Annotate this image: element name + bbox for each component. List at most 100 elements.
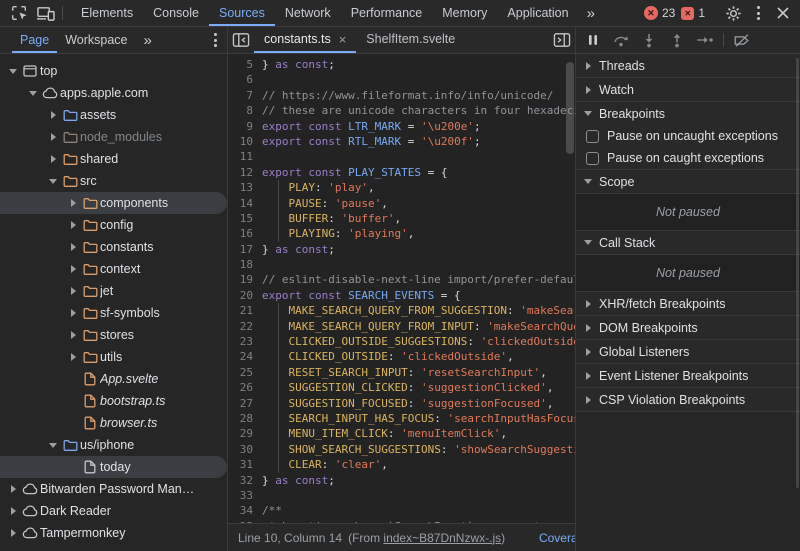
section-header-xhr-fetch-breakpoints[interactable]: XHR/fetch Breakpoints bbox=[576, 292, 800, 315]
line-number[interactable]: 14 bbox=[228, 196, 262, 211]
chevron-right-icon[interactable] bbox=[66, 353, 80, 361]
issues-badge[interactable]: ✕ 1 bbox=[681, 6, 705, 20]
navigator-tab-page[interactable]: Page bbox=[12, 27, 58, 53]
device-toolbar-icon[interactable] bbox=[32, 0, 58, 26]
settings-gear-icon[interactable] bbox=[720, 5, 746, 22]
close-devtools-icon[interactable] bbox=[770, 6, 796, 20]
checkbox-row-pause-on-caught-exceptions[interactable]: Pause on caught exceptions bbox=[576, 147, 800, 169]
tree-item-assets[interactable]: assets bbox=[0, 104, 227, 126]
chevron-right-icon[interactable] bbox=[46, 111, 60, 119]
chevron-down-icon[interactable] bbox=[46, 178, 60, 184]
tab-performance[interactable]: Performance bbox=[341, 0, 433, 26]
chevron-right-icon[interactable] bbox=[6, 507, 20, 515]
line-number[interactable]: 24 bbox=[228, 349, 262, 364]
tree-item-components[interactable]: components bbox=[0, 192, 227, 214]
section-header-threads[interactable]: Threads bbox=[576, 54, 800, 77]
coverage-link[interactable]: Coverage bbox=[539, 531, 575, 545]
chevron-right-icon[interactable] bbox=[46, 155, 60, 163]
tab-sources[interactable]: Sources bbox=[208, 0, 275, 26]
tree-item-browser-ts[interactable]: browser.ts bbox=[0, 412, 227, 434]
line-number[interactable]: 5 bbox=[228, 57, 262, 72]
toggle-debugger-sidebar-icon[interactable] bbox=[549, 27, 575, 53]
section-header-breakpoints[interactable]: Breakpoints bbox=[576, 102, 800, 125]
tab-elements[interactable]: Elements bbox=[71, 0, 143, 26]
line-number[interactable]: 33 bbox=[228, 488, 262, 503]
chevron-right-icon[interactable] bbox=[66, 287, 80, 295]
chevron-right-icon[interactable] bbox=[46, 133, 60, 141]
tree-item-constants[interactable]: constants bbox=[0, 236, 227, 258]
line-number[interactable]: 34 bbox=[228, 503, 262, 518]
section-header-global-listeners[interactable]: Global Listeners bbox=[576, 340, 800, 363]
tree-item-today[interactable]: today bbox=[0, 456, 227, 478]
file-tab-constants-ts[interactable]: constants.ts × bbox=[254, 27, 357, 53]
line-number[interactable]: 31 bbox=[228, 457, 262, 472]
tree-item-context[interactable]: context bbox=[0, 258, 227, 280]
tree-item-app-svelte[interactable]: App.svelte bbox=[0, 368, 227, 390]
section-header-event-listener-breakpoints[interactable]: Event Listener Breakpoints bbox=[576, 364, 800, 387]
tree-item-apps-apple-com[interactable]: apps.apple.com bbox=[0, 82, 227, 104]
line-number[interactable]: 27 bbox=[228, 396, 262, 411]
line-number[interactable]: 26 bbox=[228, 380, 262, 395]
line-number[interactable]: 29 bbox=[228, 426, 262, 441]
line-number[interactable]: 19 bbox=[228, 272, 262, 287]
line-number[interactable]: 7 bbox=[228, 88, 262, 103]
line-number[interactable]: 12 bbox=[228, 165, 262, 180]
tree-item-bitwarden-password-man[interactable]: Bitwarden Password Man… bbox=[0, 478, 227, 500]
tab-memory[interactable]: Memory bbox=[432, 0, 497, 26]
chevron-right-icon[interactable] bbox=[66, 265, 80, 273]
code-editor[interactable]: 5} as const; 6 7// https://www.fileformat.… bbox=[228, 54, 575, 523]
tree-item-tampermonkey[interactable]: Tampermonkey bbox=[0, 522, 227, 544]
line-number[interactable]: 13 bbox=[228, 180, 262, 195]
step-over-icon[interactable] bbox=[608, 29, 634, 51]
line-number[interactable]: 16 bbox=[228, 226, 262, 241]
sourcemap-link[interactable]: index~B87DnNzwx-.js bbox=[383, 531, 501, 545]
tab-console[interactable]: Console bbox=[143, 0, 209, 26]
line-number[interactable]: 28 bbox=[228, 411, 262, 426]
line-number[interactable]: 10 bbox=[228, 134, 262, 149]
line-number[interactable]: 8 bbox=[228, 103, 262, 118]
line-number[interactable]: 17 bbox=[228, 242, 262, 257]
inspect-element-icon[interactable] bbox=[6, 0, 32, 26]
line-number[interactable]: 6 bbox=[228, 72, 262, 87]
chevron-right-icon[interactable] bbox=[6, 529, 20, 537]
tree-item-top[interactable]: top bbox=[0, 60, 227, 82]
step-out-icon[interactable] bbox=[664, 29, 690, 51]
navigator-tab-workspace[interactable]: Workspace bbox=[57, 27, 135, 53]
line-number[interactable]: 22 bbox=[228, 319, 262, 334]
chevron-right-icon[interactable] bbox=[66, 199, 80, 207]
tree-item-utils[interactable]: utils bbox=[0, 346, 227, 368]
step-icon[interactable] bbox=[692, 29, 718, 51]
section-header-dom-breakpoints[interactable]: DOM Breakpoints bbox=[576, 316, 800, 339]
line-number[interactable]: 23 bbox=[228, 334, 262, 349]
devtools-menu-icon[interactable] bbox=[746, 0, 770, 26]
tree-item-config[interactable]: config bbox=[0, 214, 227, 236]
chevron-down-icon[interactable] bbox=[46, 442, 60, 448]
console-errors-badge[interactable]: ✕ 23 bbox=[643, 6, 675, 20]
tree-item-shared[interactable]: shared bbox=[0, 148, 227, 170]
sidebar-scrollbar[interactable] bbox=[796, 58, 799, 488]
hide-navigator-icon[interactable] bbox=[228, 27, 254, 53]
tree-item-bootstrap-ts[interactable]: bootstrap.ts bbox=[0, 390, 227, 412]
navigator-menu-icon[interactable] bbox=[203, 27, 227, 53]
tree-item-stores[interactable]: stores bbox=[0, 324, 227, 346]
tree-item-dark-reader[interactable]: Dark Reader bbox=[0, 500, 227, 522]
tree-item-sf-symbols[interactable]: sf-symbols bbox=[0, 302, 227, 324]
tree-item-jet[interactable]: jet bbox=[0, 280, 227, 302]
more-navigator-tabs-chevron[interactable]: » bbox=[136, 27, 160, 53]
chevron-right-icon[interactable] bbox=[66, 243, 80, 251]
tree-item-node-modules[interactable]: node_modules bbox=[0, 126, 227, 148]
line-number[interactable]: 21 bbox=[228, 303, 262, 318]
line-number[interactable]: 18 bbox=[228, 257, 262, 272]
tab-network[interactable]: Network bbox=[275, 0, 341, 26]
section-header-scope[interactable]: Scope bbox=[576, 170, 800, 193]
section-header-csp-violation-breakpoints[interactable]: CSP Violation Breakpoints bbox=[576, 388, 800, 411]
section-header-call-stack[interactable]: Call Stack bbox=[576, 231, 800, 254]
chevron-down-icon[interactable] bbox=[6, 68, 20, 74]
tree-item-src[interactable]: src bbox=[0, 170, 227, 192]
step-into-icon[interactable] bbox=[636, 29, 662, 51]
checkbox-unchecked[interactable] bbox=[586, 151, 599, 165]
chevron-right-icon[interactable] bbox=[66, 331, 80, 339]
chevron-right-icon[interactable] bbox=[6, 485, 20, 493]
line-number[interactable]: 30 bbox=[228, 442, 262, 457]
chevron-right-icon[interactable] bbox=[66, 221, 80, 229]
